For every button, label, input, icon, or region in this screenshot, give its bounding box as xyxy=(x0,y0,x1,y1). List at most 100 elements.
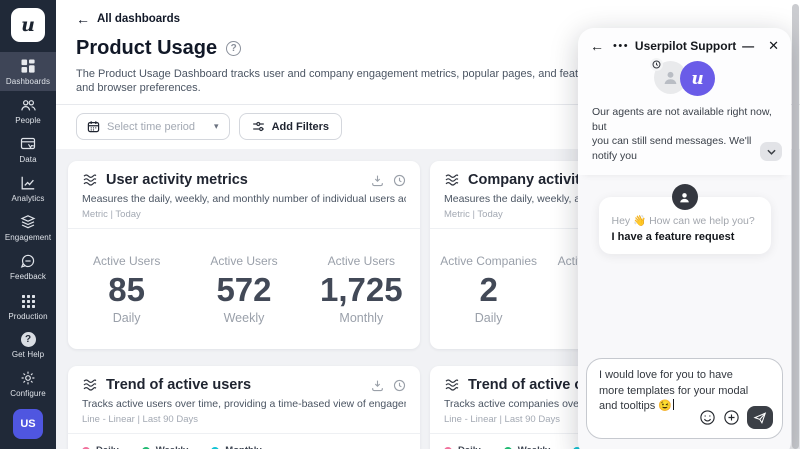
data-icon xyxy=(20,136,36,152)
analytics-icon xyxy=(20,175,36,191)
page-scrollbar[interactable] xyxy=(792,4,799,449)
legend-item-daily[interactable]: Daily xyxy=(82,445,119,449)
legend-label: Weekly xyxy=(518,445,551,449)
metric-wave-icon xyxy=(82,172,98,188)
metric-wave-icon xyxy=(444,172,460,188)
sidebar-item-label: Analytics xyxy=(12,194,45,203)
sidebar-item-label: Engagement xyxy=(5,233,51,242)
legend-label: Monthly xyxy=(225,445,261,449)
legend-item-daily[interactable]: Daily xyxy=(444,445,481,449)
production-icon xyxy=(21,294,36,309)
chat-menu-dots-icon[interactable]: ••• xyxy=(613,40,629,52)
help-icon: ? xyxy=(21,332,36,347)
sidebar-item-dashboards[interactable]: Dashboards xyxy=(0,52,56,91)
legend-item-monthly[interactable]: Monthly xyxy=(211,445,261,449)
card-meta: Line - Linear | Last 90 Days xyxy=(82,414,406,425)
legend-label: Daily xyxy=(96,445,119,449)
chat-title: Userpilot Support xyxy=(629,39,742,53)
stat-label: Active Users xyxy=(68,254,185,268)
bot-avatar xyxy=(672,184,698,210)
emoji-icon[interactable] xyxy=(699,409,716,426)
sidebar-item-label: Production xyxy=(8,312,47,321)
userpilot-logo[interactable]: u xyxy=(11,8,45,42)
input-line-1: I would love for you to have xyxy=(599,368,770,384)
stat-value: 2 xyxy=(430,272,547,308)
download-icon[interactable] xyxy=(371,379,384,392)
help-tooltip-icon[interactable]: ? xyxy=(226,41,241,56)
legend-label: Daily xyxy=(458,445,481,449)
time-period-placeholder: Select time period xyxy=(107,121,195,133)
sidebar-item-label: Get Help xyxy=(12,350,44,359)
stat-period: Daily xyxy=(430,311,547,325)
card-description: Tracks active users over time, providing… xyxy=(82,398,406,410)
availability-message: Our agents are not available right now, … xyxy=(590,105,779,163)
text-cursor xyxy=(673,399,674,410)
send-button[interactable] xyxy=(747,406,773,429)
card-description: Measures the daily, weekly, and monthly … xyxy=(82,193,406,205)
user-reply: I have a feature request xyxy=(612,231,758,243)
calendar-icon xyxy=(87,120,100,133)
sidebar-item-label: Feedback xyxy=(10,272,46,281)
send-plane-icon xyxy=(753,411,767,425)
legend-label: Weekly xyxy=(156,445,189,449)
userpilot-brand-avatar: u xyxy=(680,61,715,96)
sidebar-item-people[interactable]: People xyxy=(0,91,56,130)
dashboard-icon xyxy=(20,58,36,74)
breadcrumb[interactable]: ← All dashboards xyxy=(56,0,800,26)
back-link-label: All dashboards xyxy=(97,13,180,25)
chevron-down-icon xyxy=(767,149,776,155)
stat-value: 572 xyxy=(185,272,302,308)
support-chat-widget: ← ••• Userpilot Support — ✕ u Ou xyxy=(578,28,791,449)
legend-item-weekly[interactable]: Weekly xyxy=(142,445,189,449)
sidebar-item-configure[interactable]: Configure xyxy=(0,364,56,403)
time-period-select[interactable]: Select time period ▾ xyxy=(76,113,230,140)
stat-daily-active-companies: Active Companies 2 Daily xyxy=(430,254,547,325)
clock-icon[interactable] xyxy=(393,379,406,392)
sidebar: u Dashboards People Data Analytics Enga xyxy=(0,0,56,449)
chat-close-icon[interactable]: ✕ xyxy=(768,38,779,54)
page-title: Product Usage xyxy=(76,37,217,60)
brand-letter: u xyxy=(691,69,703,89)
filter-sliders-icon xyxy=(252,120,265,133)
stat-monthly-active-users: Active Users 1,725 Monthly xyxy=(303,254,420,325)
stat-label: Active Companies xyxy=(430,254,547,268)
engagement-icon xyxy=(20,214,36,230)
away-clock-icon xyxy=(650,58,663,71)
sidebar-item-label: People xyxy=(15,116,41,125)
stat-daily-active-users: Active Users 85 Daily xyxy=(68,254,185,325)
chevron-down-button[interactable] xyxy=(760,142,782,161)
chat-minimize-icon[interactable]: — xyxy=(742,39,754,53)
download-icon[interactable] xyxy=(371,174,384,187)
sidebar-item-feedback[interactable]: Feedback xyxy=(0,247,56,286)
card-title: User activity metrics xyxy=(106,172,363,188)
sidebar-item-analytics[interactable]: Analytics xyxy=(0,169,56,208)
sidebar-item-engagement[interactable]: Engagement xyxy=(0,208,56,247)
stat-period: Monthly xyxy=(303,311,420,325)
sidebar-item-data[interactable]: Data xyxy=(0,130,56,169)
person-icon xyxy=(661,68,680,87)
card-title: Trend of active users xyxy=(106,377,363,393)
stat-weekly-active-users: Active Users 572 Weekly xyxy=(185,254,302,325)
chat-back-icon[interactable]: ← xyxy=(590,38,604,54)
user-avatar[interactable]: US xyxy=(13,409,43,439)
card-meta: Metric | Today xyxy=(82,209,406,220)
sidebar-item-label: Dashboards xyxy=(6,77,50,86)
person-icon xyxy=(677,190,692,205)
attach-plus-icon[interactable] xyxy=(723,409,740,426)
feedback-icon xyxy=(20,253,36,269)
stat-label: Active Users xyxy=(185,254,302,268)
sidebar-item-label: Configure xyxy=(10,389,46,398)
sidebar-item-label: Data xyxy=(19,155,36,164)
chat-message-input[interactable]: I would love for you to have more templa… xyxy=(586,358,783,439)
sidebar-item-production[interactable]: Production xyxy=(0,288,56,326)
clock-icon[interactable] xyxy=(393,174,406,187)
add-filters-button[interactable]: Add Filters xyxy=(239,113,342,140)
legend-item-weekly[interactable]: Weekly xyxy=(504,445,551,449)
stat-period: Daily xyxy=(68,311,185,325)
availability-line-1: Our agents are not available right now, … xyxy=(592,105,777,134)
stat-label: Active Users xyxy=(303,254,420,268)
sidebar-item-get-help[interactable]: ? Get Help xyxy=(0,326,56,364)
people-icon xyxy=(20,97,37,113)
chat-avatars: u xyxy=(590,61,779,96)
input-line-2: more templates for your modal xyxy=(599,384,770,400)
